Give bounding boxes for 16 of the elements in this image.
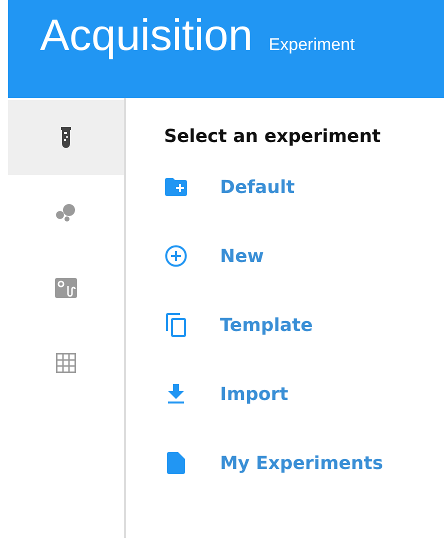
page-subtitle: Experiment [268, 34, 355, 56]
action-link[interactable]: Template [164, 310, 313, 340]
grid-icon [56, 352, 76, 372]
copy-icon [164, 313, 188, 337]
instrument-icon [55, 278, 77, 298]
app-title: Acquisition [40, 10, 253, 62]
bubbles-icon [56, 204, 76, 222]
action-link[interactable]: Import [164, 379, 288, 409]
action-link[interactable]: New [164, 241, 264, 271]
tube-icon [61, 126, 71, 148]
action-link[interactable]: Default [164, 172, 295, 202]
folder-add-icon [164, 178, 188, 196]
section-heading: Select an experiment [164, 126, 381, 147]
document-icon [164, 452, 188, 474]
action-link[interactable]: My Experiments [164, 448, 384, 478]
add-circle-icon [164, 245, 188, 267]
